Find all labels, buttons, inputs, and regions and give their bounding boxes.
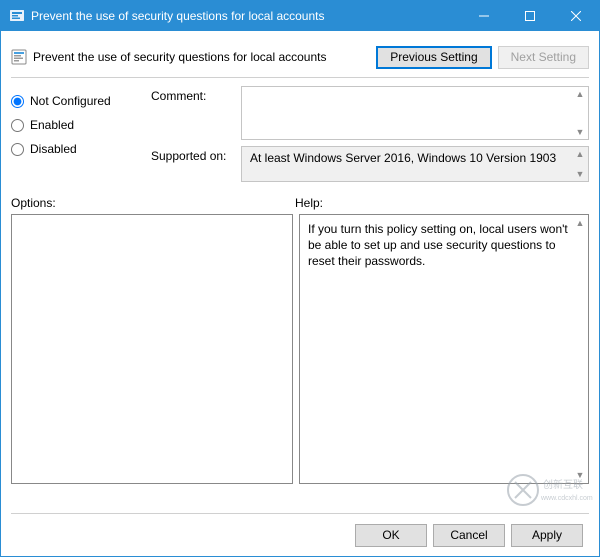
fields-column: Comment: ▲ ▼ Supported on: At least Wind… <box>151 86 589 188</box>
window-title: Prevent the use of security questions fo… <box>31 9 461 23</box>
radio-label: Enabled <box>30 118 74 132</box>
help-text: If you turn this policy setting on, loca… <box>308 222 568 268</box>
radio-disabled[interactable]: Disabled <box>11 138 151 160</box>
policy-icon <box>11 49 27 65</box>
mid-section: Not Configured Enabled Disabled Comment:… <box>11 86 589 188</box>
supported-row: Supported on: At least Windows Server 20… <box>151 146 589 182</box>
client-area: Prevent the use of security questions fo… <box>1 31 599 556</box>
chevron-down-icon: ▼ <box>574 127 586 137</box>
app-icon <box>9 8 25 24</box>
apply-button[interactable]: Apply <box>511 524 583 547</box>
options-panel <box>11 214 293 484</box>
chevron-up-icon: ▲ <box>574 89 586 99</box>
supported-on-text: At least Windows Server 2016, Windows 10… <box>250 151 556 165</box>
comment-textarea[interactable]: ▲ ▼ <box>241 86 589 140</box>
panels-row: If you turn this policy setting on, loca… <box>11 214 589 513</box>
radio-not-configured-input[interactable] <box>11 95 24 108</box>
radio-not-configured[interactable]: Not Configured <box>11 90 151 112</box>
titlebar[interactable]: Prevent the use of security questions fo… <box>1 1 599 31</box>
header-row: Prevent the use of security questions fo… <box>11 39 589 75</box>
chevron-down-icon: ▼ <box>574 169 586 179</box>
panel-labels: Options: Help: <box>11 196 589 210</box>
radio-enabled[interactable]: Enabled <box>11 114 151 136</box>
radio-label: Not Configured <box>30 94 111 108</box>
radio-disabled-input[interactable] <box>11 143 24 156</box>
ok-button[interactable]: OK <box>355 524 427 547</box>
state-column: Not Configured Enabled Disabled <box>11 86 151 188</box>
minimize-button[interactable] <box>461 1 507 31</box>
cancel-button[interactable]: Cancel <box>433 524 505 547</box>
chevron-down-icon: ▼ <box>574 469 586 481</box>
radio-enabled-input[interactable] <box>11 119 24 132</box>
options-label: Options: <box>11 196 295 210</box>
policy-title: Prevent the use of security questions fo… <box>33 50 370 64</box>
maximize-button[interactable] <box>507 1 553 31</box>
policy-editor-window: Prevent the use of security questions fo… <box>0 0 600 557</box>
chevron-up-icon: ▲ <box>574 217 586 229</box>
next-setting-button[interactable]: Next Setting <box>498 46 589 69</box>
comment-label: Comment: <box>151 86 241 140</box>
separator <box>11 77 589 78</box>
close-button[interactable] <box>553 1 599 31</box>
help-panel: If you turn this policy setting on, loca… <box>299 214 589 484</box>
supported-on-box: At least Windows Server 2016, Windows 10… <box>241 146 589 182</box>
previous-setting-button[interactable]: Previous Setting <box>376 46 491 69</box>
radio-label: Disabled <box>30 142 77 156</box>
supported-label: Supported on: <box>151 146 241 182</box>
window-controls <box>461 1 599 31</box>
help-label: Help: <box>295 196 323 210</box>
chevron-up-icon: ▲ <box>574 149 586 159</box>
comment-row: Comment: ▲ ▼ <box>151 86 589 140</box>
footer: OK Cancel Apply <box>11 513 589 556</box>
